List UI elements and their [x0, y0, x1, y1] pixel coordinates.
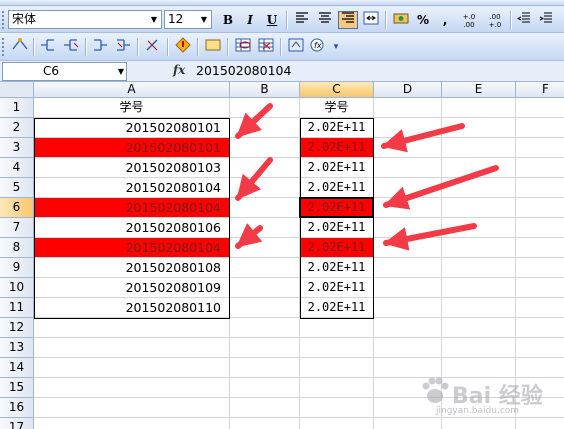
formula-input[interactable]: 201502080104	[196, 63, 291, 78]
underline-button[interactable]: U	[262, 11, 282, 29]
cell-a1[interactable]: 学号	[34, 98, 229, 117]
row-header-10[interactable]: 10	[0, 278, 34, 298]
toolbar-grip[interactable]	[2, 38, 5, 56]
toolbar-separator	[227, 38, 229, 56]
row-header-11[interactable]: 11	[0, 298, 34, 318]
merge-center-icon[interactable]	[361, 11, 381, 29]
row-header-15[interactable]: 15	[0, 378, 34, 398]
circle-invalid-data-icon[interactable]	[233, 37, 253, 57]
row-header-7[interactable]: 7	[0, 218, 34, 238]
row-header-13[interactable]: 13	[0, 338, 34, 358]
decrease-decimal-button[interactable]: .00 +.0	[483, 13, 507, 31]
toolbar-separator	[286, 11, 288, 29]
column-header-e[interactable]: E	[442, 82, 516, 98]
row-header-14[interactable]: 14	[0, 358, 34, 378]
toolbar-separator	[385, 11, 387, 29]
active-cell-outline	[299, 197, 374, 218]
italic-button[interactable]: I	[240, 11, 260, 29]
evaluate-formula-icon[interactable]: fx	[308, 37, 328, 57]
row-header-17[interactable]: 17	[0, 418, 34, 429]
clear-validation-circles-icon[interactable]	[256, 37, 276, 57]
remove-all-arrows-icon[interactable]	[143, 37, 163, 57]
row-header-8[interactable]: 8	[0, 238, 34, 258]
watermark-url: jingyan.baidu.com	[436, 406, 520, 416]
grid-row	[34, 338, 564, 358]
range-border-a	[34, 118, 230, 319]
svg-text:fx: fx	[314, 41, 322, 50]
row-header-5[interactable]: 5	[0, 178, 34, 198]
row-header-2[interactable]: 2	[0, 118, 34, 138]
toolbar-grip[interactable]	[2, 11, 5, 29]
chevron-down-icon[interactable]: ▼	[118, 63, 124, 80]
chevron-down-icon: ▼	[150, 15, 158, 24]
align-right-icon[interactable]	[338, 11, 358, 29]
font-name-select[interactable]: 宋体 ▼	[8, 10, 162, 29]
cell-c1[interactable]: 学号	[300, 98, 373, 117]
select-all-corner[interactable]	[0, 82, 34, 98]
increase-indent-icon[interactable]	[536, 11, 556, 29]
paw-logo-icon	[422, 377, 449, 403]
font-size-select[interactable]: 12 ▼	[164, 10, 212, 29]
name-box-value: C6	[43, 64, 60, 78]
row-header-9[interactable]: 9	[0, 258, 34, 278]
row-header-6[interactable]: 6	[0, 198, 34, 218]
formula-bar: C6 ▼ fx 201502080104	[0, 61, 564, 82]
fx-icon[interactable]: fx	[173, 63, 185, 77]
trace-precedents-icon[interactable]	[10, 37, 30, 57]
toolbar-separator	[280, 38, 282, 56]
toolbar-options-icon[interactable]: ▾	[331, 37, 341, 57]
comma-style-button[interactable]: ,	[435, 11, 455, 29]
error-checking-icon[interactable]	[173, 37, 193, 57]
font-size-value: 12	[168, 12, 184, 26]
currency-icon[interactable]	[391, 11, 411, 29]
align-left-icon[interactable]	[292, 11, 312, 29]
baidu-watermark: Bai 经验 jingyan.baidu.com	[418, 372, 558, 424]
column-header-b[interactable]: B	[230, 82, 300, 98]
row-header-16[interactable]: 16	[0, 398, 34, 418]
align-center-icon[interactable]	[315, 11, 335, 29]
drawing-toolbar: fx ▾	[0, 33, 564, 61]
row-header-3[interactable]: 3	[0, 138, 34, 158]
bold-button[interactable]: B	[218, 11, 238, 29]
chevron-down-icon: ▼	[200, 15, 208, 24]
formatting-toolbar: 宋体 ▼ 12 ▼ B I U % , +.0 .00 .00 +.0	[0, 6, 564, 33]
row-header-12[interactable]: 12	[0, 318, 34, 338]
range-border-c	[300, 118, 374, 319]
column-header-c[interactable]: C	[300, 82, 374, 98]
decrease-indent-icon[interactable]	[514, 11, 534, 29]
toolbar-separator	[85, 38, 87, 56]
column-header-a[interactable]: A	[34, 82, 230, 98]
name-box[interactable]: C6 ▼	[2, 62, 127, 81]
remove-arrows-icon[interactable]	[61, 37, 81, 57]
toolbar-separator	[197, 38, 199, 56]
grid-row	[34, 318, 564, 338]
column-header-f[interactable]: F	[516, 82, 564, 98]
increase-decimal-button[interactable]: +.0 .00	[457, 13, 481, 31]
trace-dependents-icon[interactable]	[38, 37, 58, 57]
toolbar-separator	[167, 38, 169, 56]
row-header-1[interactable]: 1	[0, 98, 34, 118]
show-watch-window-icon[interactable]	[286, 37, 306, 57]
toolbar-separator	[510, 11, 512, 29]
percent-button[interactable]: %	[413, 11, 433, 29]
new-comment-icon[interactable]	[203, 37, 223, 57]
toolbar-separator	[137, 38, 139, 56]
font-name-value: 宋体	[12, 12, 37, 26]
row-header-4[interactable]: 4	[0, 158, 34, 178]
trace-error-icon[interactable]	[90, 37, 110, 57]
column-header-d[interactable]: D	[374, 82, 442, 98]
remove-dependent-arrows-icon[interactable]	[113, 37, 133, 57]
toolbar-separator	[33, 38, 35, 56]
